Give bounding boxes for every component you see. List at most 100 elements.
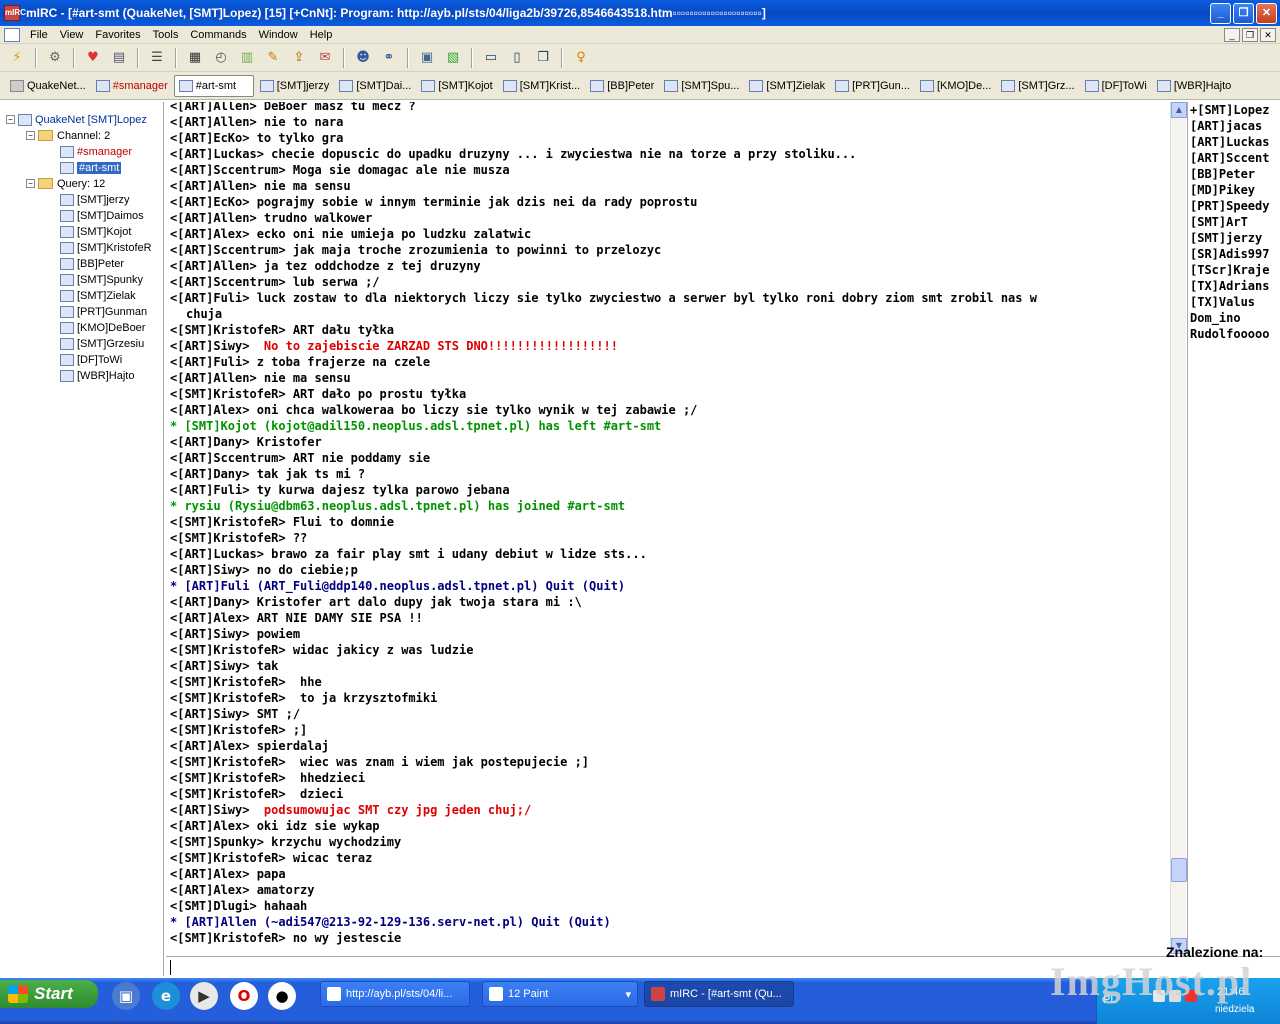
nick-item[interactable]: [TX]Valus	[1190, 294, 1280, 310]
minimize-button[interactable]: _	[1210, 2, 1231, 24]
tree-channel-art-smt[interactable]: #art-smt	[60, 160, 122, 175]
timer-icon[interactable]: ▥	[236, 47, 258, 69]
menu-tools[interactable]: Tools	[147, 29, 185, 41]
help-icon[interactable]: ♀	[570, 47, 592, 69]
switch-query-spunky[interactable]: [SMT]Spu...	[660, 75, 743, 97]
nick-item[interactable]: [SR]Adis997	[1190, 246, 1280, 262]
menu-help[interactable]: Help	[304, 29, 339, 41]
nick-item[interactable]: [TX]Adrians	[1190, 278, 1280, 294]
collapse-icon[interactable]: −	[26, 131, 35, 140]
mdi-minimize-button[interactable]: _	[1224, 27, 1240, 42]
switch-query-zielak[interactable]: [SMT]Zielak	[745, 75, 829, 97]
tree-query-item[interactable]: [SMT]Daimos	[60, 208, 144, 223]
connect-icon[interactable]: ⚡	[6, 47, 28, 69]
colors-icon[interactable]: ✎	[262, 47, 284, 69]
menu-file[interactable]: File	[24, 29, 54, 41]
tree-query-folder[interactable]: − Query: 12	[26, 176, 105, 191]
nick-item[interactable]: [ART]Sccent	[1190, 150, 1280, 166]
remote-icon[interactable]: ◴	[210, 47, 232, 69]
notify-icon[interactable]: ☻	[352, 47, 374, 69]
nick-item[interactable]: [TScr]Kraje	[1190, 262, 1280, 278]
switch-query-towi[interactable]: [DF]ToWi	[1081, 75, 1151, 97]
chat-window[interactable]: <[ART]Allen> DeBoer masz tu mecz ? <[ART]…	[166, 102, 1170, 954]
maximize-button[interactable]: ❐	[1233, 2, 1254, 24]
menu-commands[interactable]: Commands	[184, 29, 252, 41]
tree-query-item[interactable]: [KMO]DeBoer	[60, 320, 145, 335]
menu-view[interactable]: View	[54, 29, 90, 41]
toolbar-separator	[35, 47, 37, 68]
collapse-icon[interactable]: −	[6, 115, 15, 124]
show-desktop-icon[interactable]: ▣	[112, 982, 140, 1010]
channels-list-icon[interactable]: ☰	[146, 47, 168, 69]
internet-explorer-icon[interactable]: e	[152, 982, 180, 1010]
task-mirc[interactable]: mIRC - [#art-smt (Qu...	[644, 981, 794, 1007]
nick-item[interactable]: Dom_ino	[1190, 310, 1280, 326]
switch-channel-art-smt[interactable]: #art-smt	[173, 74, 254, 97]
title-bar[interactable]: mIRC mIRC - [#art-smt (QuakeNet, [SMT]Lo…	[0, 0, 1280, 26]
address-book-icon[interactable]: ▤	[108, 47, 130, 69]
nick-item[interactable]: [ART]jacas	[1190, 118, 1280, 134]
cascade-icon[interactable]: ❐	[532, 47, 554, 69]
nick-item[interactable]: [SMT]ArT	[1190, 214, 1280, 230]
tile-horizontal-icon[interactable]: ▭	[480, 47, 502, 69]
menu-favorites[interactable]: Favorites	[89, 29, 146, 41]
opera-icon[interactable]: O	[230, 982, 258, 1010]
switch-query-grzesiu[interactable]: [SMT]Grz...	[997, 75, 1078, 97]
tree-channel-smanager[interactable]: #smanager	[60, 144, 132, 159]
switch-server-quakenet[interactable]: QuakeNet...	[6, 75, 90, 97]
tree-query-item[interactable]: [SMT]jerzy	[60, 192, 130, 207]
mdi-close-button[interactable]: ✕	[1260, 27, 1276, 42]
tree-query-item[interactable]: [BB]Peter	[60, 256, 124, 271]
panda-icon[interactable]: ●	[268, 982, 296, 1010]
nick-item[interactable]: [MD]Pikey	[1190, 182, 1280, 198]
nick-item[interactable]: [BB]Peter	[1190, 166, 1280, 182]
nick-item[interactable]: [SMT]jerzy	[1190, 230, 1280, 246]
favorites-icon[interactable]: ♥	[82, 47, 104, 69]
tree-channel-folder[interactable]: − Channel: 2	[26, 128, 110, 143]
switch-query-daimos[interactable]: [SMT]Dai...	[335, 75, 415, 97]
mdi-window-icon[interactable]	[4, 27, 20, 42]
scripts-editor-icon[interactable]: ▦	[184, 47, 206, 69]
tree-query-item[interactable]: [PRT]Gunman	[60, 304, 147, 319]
task-browser[interactable]: http://ayb.pl/sts/04/li...	[320, 981, 470, 1007]
dcc-chat-icon[interactable]: ✉	[314, 47, 336, 69]
nick-item[interactable]: +[SMT]Lopez	[1190, 102, 1280, 118]
channel-central-icon[interactable]: ▣	[416, 47, 438, 69]
log-viewer-icon[interactable]: ▧	[442, 47, 464, 69]
tree-query-item[interactable]: [DF]ToWi	[60, 352, 122, 367]
options-icon[interactable]: ⚙	[44, 47, 66, 69]
switch-query-kojot[interactable]: [SMT]Kojot	[417, 75, 496, 97]
tree-query-item[interactable]: [WBR]Hajto	[60, 368, 134, 383]
switch-query-gunman[interactable]: [PRT]Gun...	[831, 75, 914, 97]
start-button[interactable]: Start	[0, 980, 98, 1008]
menu-window[interactable]: Window	[253, 29, 304, 41]
switch-query-hajto[interactable]: [WBR]Hajto	[1153, 75, 1235, 97]
tree-query-item[interactable]: [SMT]KristofeR	[60, 240, 152, 255]
scroll-up-arrow-icon[interactable]: ▲	[1171, 102, 1187, 118]
urls-icon[interactable]: ⚭	[378, 47, 400, 69]
scroll-thumb[interactable]	[1171, 858, 1187, 882]
tree-query-item[interactable]: [SMT]Kojot	[60, 224, 131, 239]
tree-server-node[interactable]: − QuakeNet [SMT]Lopez	[6, 112, 147, 127]
switch-query-kristofer[interactable]: [SMT]Krist...	[499, 75, 585, 97]
nick-item[interactable]: [PRT]Speedy	[1190, 198, 1280, 214]
nick-item[interactable]: Rudolfooooo	[1190, 326, 1280, 342]
mdi-restore-button[interactable]: ❐	[1242, 27, 1258, 42]
switch-channel-smanager[interactable]: #smanager	[92, 75, 172, 97]
tree-query-item[interactable]: [SMT]Grzesiu	[60, 336, 144, 351]
switch-query-jerzy[interactable]: [SMT]jerzy	[256, 75, 334, 97]
media-player-icon[interactable]: ▶	[190, 982, 218, 1010]
nick-item[interactable]: [ART]Luckas	[1190, 134, 1280, 150]
close-button[interactable]: ✕	[1256, 2, 1277, 24]
chat-scrollbar[interactable]: ▲ ▼	[1170, 102, 1187, 954]
tree-query-item[interactable]: [SMT]Zielak	[60, 288, 136, 303]
tile-vertical-icon[interactable]: ▯	[506, 47, 528, 69]
switch-query-deboer[interactable]: [KMO]De...	[916, 75, 995, 97]
mirc-app-icon[interactable]: mIRC	[4, 5, 26, 21]
collapse-icon[interactable]: −	[26, 179, 35, 188]
chevron-down-icon[interactable]: ▾	[625, 988, 631, 1001]
dcc-send-icon[interactable]: ⇪	[288, 47, 310, 69]
tree-query-item[interactable]: [SMT]Spunky	[60, 272, 143, 287]
task-paint[interactable]: 12 Paint ▾	[482, 981, 638, 1007]
switch-query-peter[interactable]: [BB]Peter	[586, 75, 658, 97]
